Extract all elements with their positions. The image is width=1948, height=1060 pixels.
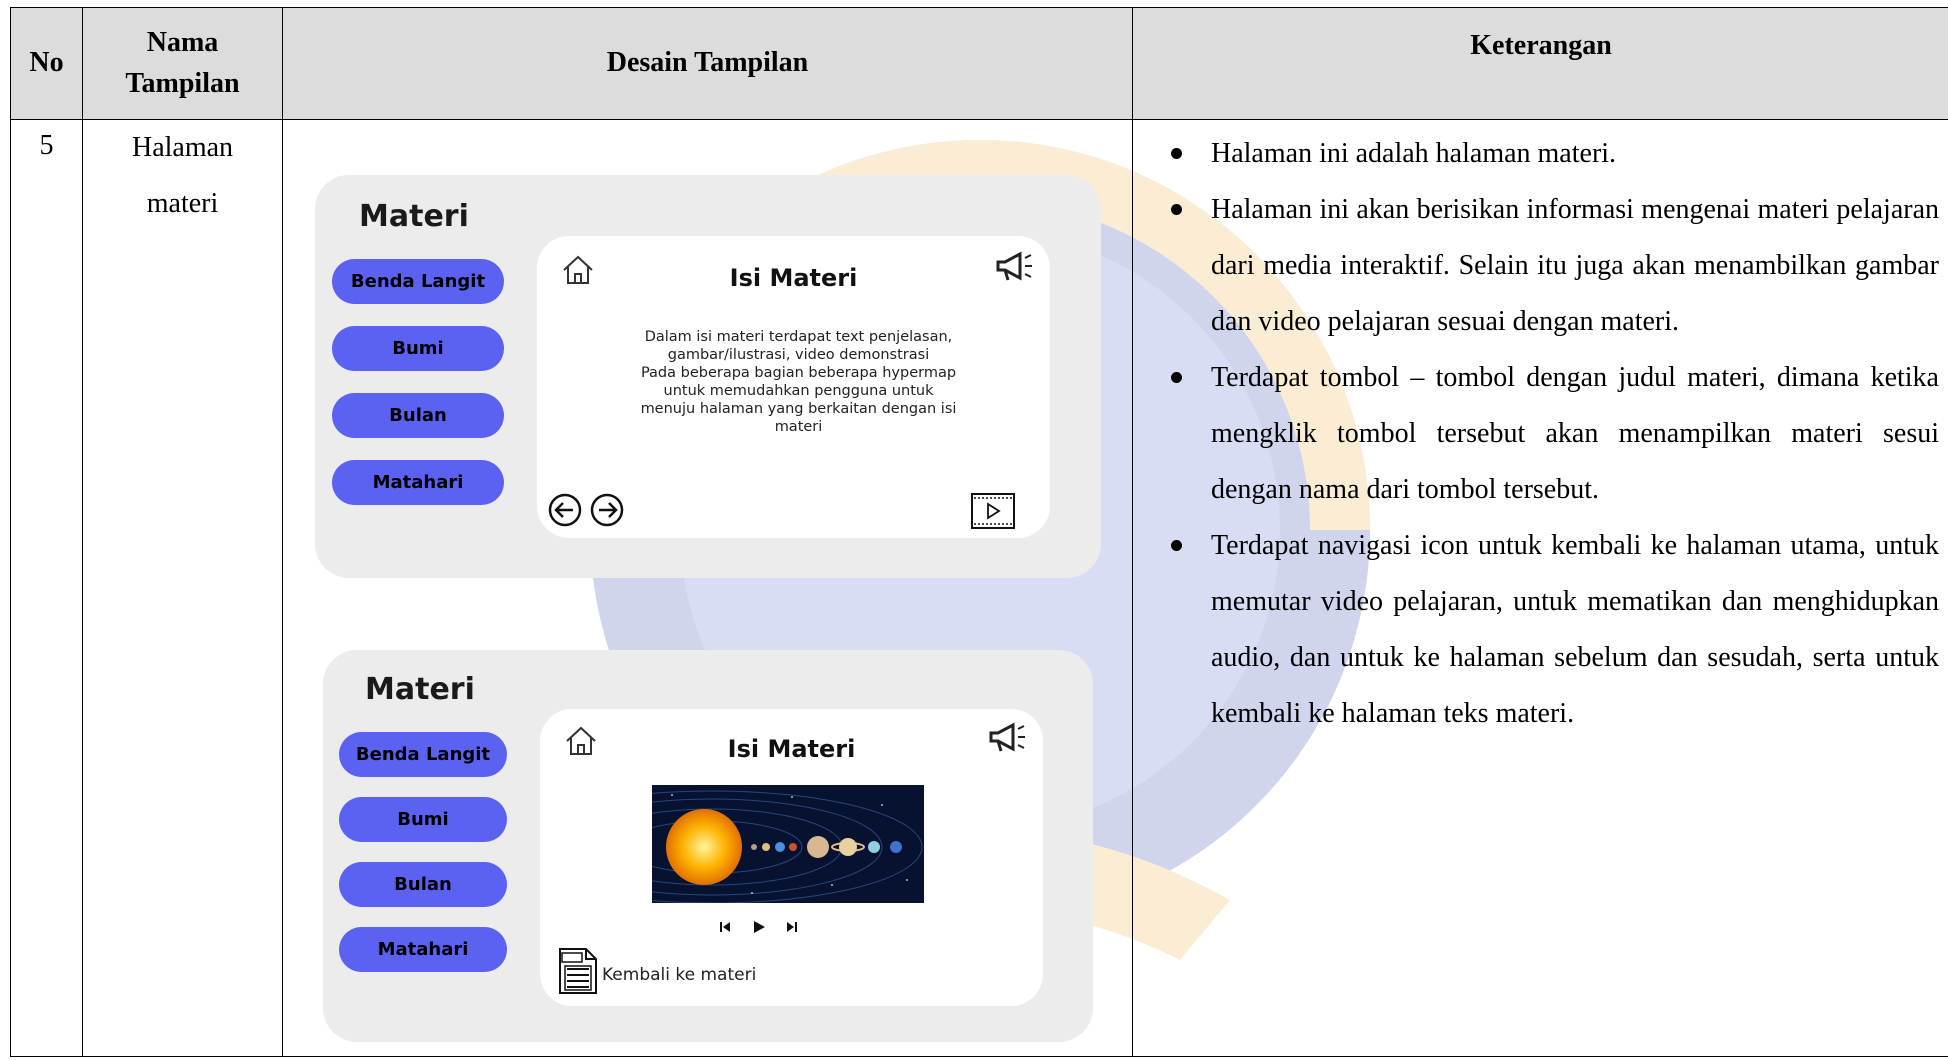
panel-text-line: Dalam isi materi terdapat text penjelasa… bbox=[617, 328, 980, 346]
keterangan-list: Halaman ini adalah halaman materi. Halam… bbox=[1143, 126, 1939, 742]
skip-back-icon[interactable] bbox=[718, 920, 732, 934]
panel-title: Isi Materi bbox=[537, 264, 1050, 292]
mockup-title: Materi bbox=[359, 199, 469, 234]
arrow-right-circle-icon[interactable] bbox=[589, 492, 625, 528]
mockup-materi-media: Materi Benda Langit Bumi Bulan Matahari … bbox=[323, 650, 1093, 1042]
list-item: Halaman ini akan berisikan informasi men… bbox=[1211, 182, 1939, 350]
design-table: No Nama Tampilan Desain Tampilan Keteran… bbox=[10, 7, 1948, 1057]
cell-nama-line1: Halaman bbox=[132, 132, 233, 163]
video-play-icon[interactable] bbox=[970, 492, 1016, 530]
cell-nama: Halaman materi bbox=[83, 120, 283, 1057]
button-bulan[interactable]: Bulan bbox=[332, 393, 504, 438]
skip-forward-icon[interactable] bbox=[785, 920, 799, 934]
button-benda-langit[interactable]: Benda Langit bbox=[332, 259, 504, 304]
table-header-row: No Nama Tampilan Desain Tampilan Keteran… bbox=[11, 8, 1948, 120]
cell-nama-line2: materi bbox=[147, 188, 219, 219]
mockup-title: Materi bbox=[365, 672, 475, 707]
panel-description: Dalam isi materi terdapat text penjelasa… bbox=[617, 328, 980, 436]
content-panel: Isi Materi bbox=[540, 709, 1043, 1006]
megaphone-icon[interactable] bbox=[988, 721, 1028, 755]
cell-no: 5 bbox=[11, 120, 83, 1057]
panel-text-line: menuju halaman yang berkaitan dengan isi bbox=[617, 400, 980, 418]
button-matahari[interactable]: Matahari bbox=[339, 927, 507, 972]
text-document-icon[interactable] bbox=[556, 945, 600, 997]
cell-keterangan: Halaman ini adalah halaman materi. Halam… bbox=[1133, 120, 1948, 1057]
list-item: Terdapat tombol – tombol dengan judul ma… bbox=[1211, 350, 1939, 518]
button-bulan[interactable]: Bulan bbox=[339, 862, 507, 907]
play-icon[interactable] bbox=[751, 919, 767, 935]
list-item: Halaman ini adalah halaman materi. bbox=[1211, 126, 1939, 182]
button-bumi[interactable]: Bumi bbox=[332, 326, 504, 371]
header-nama-line1: Nama bbox=[147, 27, 219, 58]
back-to-materi-label[interactable]: Kembali ke materi bbox=[602, 965, 756, 985]
panel-text-line: gambar/ilustrasi, video demonstrasi bbox=[617, 346, 980, 364]
header-nama-tampilan: Nama Tampilan bbox=[83, 8, 283, 120]
button-benda-langit[interactable]: Benda Langit bbox=[339, 732, 507, 777]
cell-desain: Materi Benda Langit Bumi Bulan Matahari … bbox=[283, 120, 1133, 1057]
arrow-left-circle-icon[interactable] bbox=[547, 492, 583, 528]
panel-title: Isi Materi bbox=[540, 735, 1043, 763]
solar-system-image bbox=[652, 785, 924, 903]
panel-text-line: materi bbox=[617, 418, 980, 436]
panel-text-line: Pada beberapa bagian beberapa hypermap bbox=[617, 364, 980, 382]
button-matahari[interactable]: Matahari bbox=[332, 460, 504, 505]
content-panel: Isi Materi Dalam isi materi terdapat tex… bbox=[537, 236, 1050, 538]
table-row: 5 Halaman materi Materi Benda Langit Bum… bbox=[11, 120, 1948, 1057]
list-item: Terdapat navigasi icon untuk kembali ke … bbox=[1211, 518, 1939, 742]
mockup-materi-text: Materi Benda Langit Bumi Bulan Matahari … bbox=[315, 175, 1101, 578]
header-desain-tampilan: Desain Tampilan bbox=[283, 8, 1133, 120]
header-no: No bbox=[11, 8, 83, 120]
panel-text-line: untuk memudahkan pengguna untuk bbox=[617, 382, 980, 400]
header-keterangan: Keterangan bbox=[1133, 8, 1948, 120]
megaphone-icon[interactable] bbox=[995, 250, 1035, 284]
header-nama-line2: Tampilan bbox=[125, 68, 239, 99]
button-bumi[interactable]: Bumi bbox=[339, 797, 507, 842]
